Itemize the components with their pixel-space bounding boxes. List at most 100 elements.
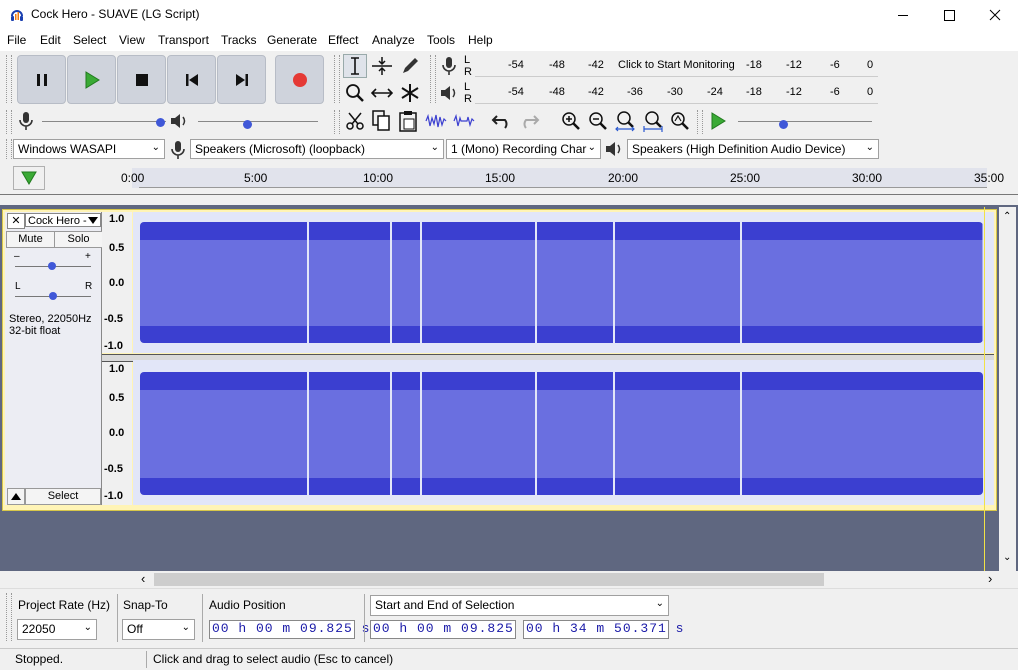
draw-tool[interactable] [398, 54, 422, 78]
vertical-ruler-bottom[interactable]: 1.0 0.5 0.0 -0.5 -1.0 [102, 360, 132, 505]
menu-transport[interactable]: Transport [158, 33, 209, 47]
menu-effect[interactable]: Effect [328, 33, 358, 47]
fit-project-button[interactable] [641, 109, 665, 133]
menu-select[interactable]: Select [73, 33, 106, 47]
close-window-button[interactable] [972, 0, 1018, 30]
minimize-button[interactable] [880, 0, 926, 30]
track-control-panel[interactable]: ✕ Cock Hero - Mute Solo – + L R Stereo, … [5, 212, 103, 505]
amplitude-label: -0.5 [104, 313, 123, 325]
recording-channels-select[interactable]: 1 (Mono) Recording Char ⌄ [446, 139, 601, 159]
gain-slider-thumb[interactable] [48, 262, 56, 270]
selection-end-field[interactable]: 00 h 34 m 50.371 s [523, 620, 683, 639]
maximize-button[interactable] [926, 0, 972, 30]
amplitude-label: -1.0 [104, 490, 123, 502]
solo-button[interactable]: Solo [54, 231, 103, 248]
select-track-button[interactable]: Select [25, 488, 101, 505]
track-name-menu[interactable]: Cock Hero - [25, 213, 101, 227]
menu-generate[interactable]: Generate [267, 33, 317, 47]
menu-analyze[interactable]: Analyze [372, 33, 415, 47]
stop-button[interactable] [117, 55, 166, 104]
copy-button[interactable] [369, 109, 393, 133]
zoom-out-button[interactable] [586, 109, 610, 133]
selection-start-field[interactable]: 00 h 00 m 09.825 s [370, 620, 530, 639]
multi-tool[interactable] [398, 81, 422, 105]
mute-button[interactable]: Mute [6, 231, 55, 248]
pan-slider-thumb[interactable] [49, 292, 57, 300]
project-rate-select[interactable]: 22050 ⌄ [17, 619, 97, 640]
recording-device-select[interactable]: Speakers (Microsoft) (loopback) ⌄ [190, 139, 444, 159]
start-monitoring-prompt[interactable]: Click to Start Monitoring [618, 59, 735, 71]
tools-grip[interactable] [334, 55, 340, 103]
amplitude-label: 0.5 [109, 392, 125, 404]
close-track-button[interactable]: ✕ [7, 213, 25, 229]
meter-scale-label: -30 [667, 86, 683, 98]
meter-grip[interactable] [430, 55, 436, 103]
playback-volume-thumb[interactable] [243, 120, 252, 129]
menu-tracks[interactable]: Tracks [221, 33, 257, 47]
zoom-in-button[interactable] [559, 109, 583, 133]
selection-tool[interactable] [343, 54, 367, 78]
chevron-down-icon: ⌄ [430, 142, 439, 153]
audio-position-field[interactable]: 00 h 00 m 09.825 s [209, 620, 369, 639]
cut-button[interactable] [343, 109, 367, 133]
device-grip[interactable] [6, 139, 12, 159]
menu-view[interactable]: View [119, 33, 145, 47]
paste-button[interactable] [396, 109, 420, 133]
selection-toolbar-grip[interactable] [6, 593, 12, 641]
snap-to-select[interactable]: Off ⌄ [122, 619, 195, 640]
meter-scale-label: -12 [786, 59, 802, 71]
selection-mode-select[interactable]: Start and End of Selection ⌄ [370, 595, 669, 616]
skip-to-end-button[interactable] [217, 55, 266, 104]
trim-audio-icon [425, 113, 447, 128]
toolbar-grip[interactable] [6, 55, 12, 103]
status-hint: Click and drag to select audio (Esc to c… [153, 652, 394, 666]
time-shift-tool[interactable] [370, 81, 394, 105]
collapse-track-button[interactable] [7, 488, 25, 505]
playback-device-select[interactable]: Speakers (High Definition Audio Device) … [627, 139, 879, 159]
redo-button[interactable] [517, 109, 541, 133]
recording-volume-thumb[interactable] [156, 118, 165, 127]
playback-meter[interactable]: -54 -48 -42 -36 -30 -24 -18 -12 -6 0 [475, 81, 878, 104]
vertical-scrollbar[interactable]: ⌃ ⌄ [999, 207, 1016, 571]
menu-file[interactable]: File [7, 33, 26, 47]
timeline-options-button[interactable] [13, 166, 45, 190]
meter-scale-label: 0 [867, 86, 874, 98]
zoom-tool[interactable] [343, 81, 367, 105]
play-button[interactable] [67, 55, 116, 104]
amplitude-label: 0.0 [109, 277, 125, 289]
vertical-ruler-top[interactable]: 1.0 0.5 0.0 -0.5 -1.0 [102, 212, 132, 353]
meter-scale-label: -42 [588, 59, 604, 71]
stop-icon [135, 73, 148, 86]
recording-volume-slider[interactable] [42, 121, 166, 125]
undo-button[interactable] [490, 109, 514, 133]
pause-button[interactable] [17, 55, 66, 104]
menu-help[interactable]: Help [468, 33, 493, 47]
skip-to-start-button[interactable] [167, 55, 216, 104]
edit-grip[interactable] [334, 110, 340, 134]
play-speed-thumb[interactable] [779, 120, 788, 129]
record-meter-button[interactable] [437, 54, 461, 78]
waveform-right-channel[interactable] [133, 360, 994, 505]
envelope-tool[interactable] [370, 54, 394, 78]
play-speed-slider[interactable] [738, 121, 872, 125]
play-at-speed-grip[interactable] [697, 110, 703, 134]
ruler-tick-label: 0:00 [121, 171, 145, 185]
waveform-left-channel[interactable] [133, 212, 994, 353]
menu-edit[interactable]: Edit [40, 33, 61, 47]
record-button[interactable] [275, 55, 324, 104]
meter-scale-label: -18 [746, 59, 762, 71]
zoom-toggle-button[interactable] [668, 109, 692, 133]
playback-meter-button[interactable] [437, 81, 461, 105]
playback-volume-slider[interactable] [198, 121, 318, 125]
menu-tools[interactable]: Tools [427, 33, 455, 47]
silence-button[interactable] [452, 109, 476, 133]
play-at-speed-button[interactable] [706, 109, 730, 133]
chevron-right-icon: › [988, 571, 993, 586]
trim-button[interactable] [424, 109, 448, 133]
horizontal-scrollbar[interactable]: ‹ › [0, 571, 1018, 588]
horizontal-scroll-thumb[interactable] [154, 573, 824, 586]
record-meter[interactable]: -54 -48 -42 Click to Start Monitoring -1… [475, 54, 878, 77]
mixer-grip[interactable] [6, 110, 12, 134]
audio-host-select[interactable]: Windows WASAPI ⌄ [13, 139, 165, 159]
fit-selection-button[interactable] [613, 109, 637, 133]
